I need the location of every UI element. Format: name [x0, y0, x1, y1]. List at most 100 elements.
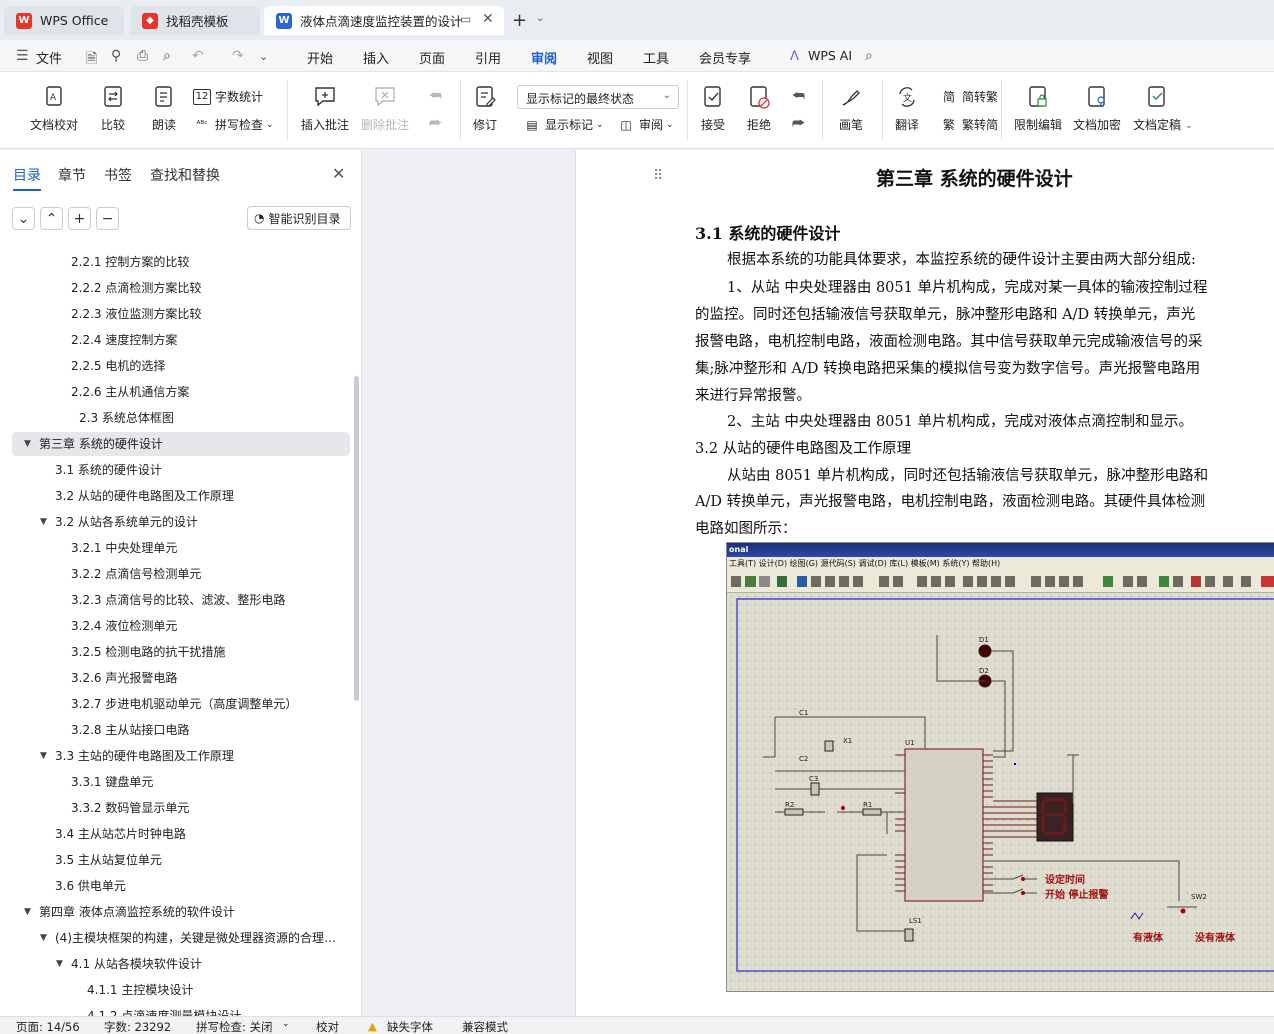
new-tab-icon[interactable]: +: [512, 10, 527, 31]
track-changes-button[interactable]: 修订: [472, 84, 498, 133]
status-page[interactable]: 页面: 14/56: [16, 1019, 80, 1034]
tab-template[interactable]: ◆ 找稻壳模板: [130, 6, 260, 35]
drag-handle-icon[interactable]: ⠿: [653, 168, 663, 184]
toc-item[interactable]: 3.3.1 键盘单元: [12, 770, 350, 794]
toc-item[interactable]: 3.6 供电单元: [12, 874, 350, 898]
doc-proof-button[interactable]: A 文档校对: [30, 84, 78, 133]
toc-item[interactable]: 2.2.1 控制方案的比较: [12, 250, 350, 274]
nav-tab-toc[interactable]: 目录: [13, 165, 41, 191]
expand-arrow-icon[interactable]: ▼: [56, 952, 63, 976]
toc-item[interactable]: 3.1 系统的硬件设计: [12, 458, 350, 482]
to-traditional-button[interactable]: 简 简转繁: [940, 88, 998, 105]
toc-item[interactable]: 3.2.4 液位检测单元: [12, 614, 350, 638]
read-aloud-button[interactable]: 朗读: [151, 84, 177, 133]
nav-tab-find-replace[interactable]: 查找和替换: [150, 165, 220, 185]
encrypt-button[interactable]: 文档加密: [1073, 84, 1121, 133]
toc-item[interactable]: 3.2.8 主从站接口电路: [12, 718, 350, 742]
toc-item[interactable]: 2.3 系统总体框图: [12, 406, 350, 430]
status-spell-check[interactable]: 拼写检查: 关闭: [196, 1019, 273, 1034]
finalize-button[interactable]: 文档定稿: [1133, 84, 1181, 133]
nav-tab-chapters[interactable]: 章节: [58, 165, 86, 185]
restrict-edit-button[interactable]: 限制编辑: [1014, 84, 1062, 133]
display-mode-select[interactable]: 显示标记的最终状态 ⌄: [517, 85, 679, 109]
toc-item[interactable]: 2.2.2 点滴检测方案比较: [12, 276, 350, 300]
expand-arrow-icon[interactable]: ▼: [24, 432, 31, 456]
undo-icon[interactable]: ↶: [192, 48, 204, 64]
menu-start[interactable]: 开始: [307, 48, 333, 67]
delete-comment-button[interactable]: 删除批注: [361, 84, 409, 133]
tab-document[interactable]: W 液体点滴速度监控装置的设计 ▭ ✕: [264, 6, 504, 35]
redo-icon[interactable]: ↷: [232, 48, 244, 64]
menu-page[interactable]: 页面: [419, 48, 445, 67]
toc-item[interactable]: ▼ 3.3 主站的硬件电路图及工作原理: [12, 744, 350, 768]
status-compat-mode[interactable]: 兼容模式: [462, 1019, 508, 1034]
print-icon[interactable]: ⎙: [137, 48, 148, 64]
toc-item[interactable]: 3.2 从站的硬件电路图及工作原理: [12, 484, 350, 508]
pen-button[interactable]: 画笔: [838, 84, 864, 133]
toc-item[interactable]: 3.4 主从站芯片时钟电路: [12, 822, 350, 846]
search-icon[interactable]: ⌕: [865, 48, 873, 64]
next-comment-icon[interactable]: ⮫: [429, 116, 442, 132]
menu-view[interactable]: 视图: [587, 48, 613, 67]
toc-item[interactable]: 2.2.5 电机的选择: [12, 354, 350, 378]
expand-up-button[interactable]: ⌃: [40, 207, 63, 230]
toc-item[interactable]: ▼ 3.2 从站各系统单元的设计: [12, 510, 350, 534]
circuit-figure[interactable]: onal 工具(T) 设计(D) 绘图(G) 源代码(S) 调试(D) 库(L)…: [726, 542, 1274, 992]
menu-reference[interactable]: 引用: [475, 48, 501, 67]
hamburger-icon[interactable]: ☰: [16, 48, 29, 64]
save-icon[interactable]: 🗎: [86, 48, 97, 72]
status-word-count[interactable]: 字数: 23292: [104, 1019, 171, 1034]
menu-tools[interactable]: 工具: [643, 48, 669, 67]
tab-wps-office[interactable]: W WPS Office: [4, 6, 124, 35]
toc-item[interactable]: 3.5 主从站复位单元: [12, 848, 350, 872]
expand-arrow-icon[interactable]: ▼: [40, 510, 47, 534]
close-icon[interactable]: ✕: [332, 164, 345, 183]
previous-comment-icon[interactable]: ⮪: [429, 88, 442, 104]
close-tab-icon[interactable]: ✕: [482, 11, 494, 27]
finalize-dropdown-icon[interactable]: ⌄: [1185, 121, 1193, 131]
menu-file[interactable]: 文件: [36, 48, 62, 67]
more-icon[interactable]: ⌄: [259, 50, 268, 63]
menu-member[interactable]: 会员专享: [699, 48, 751, 67]
compare-button[interactable]: 比较: [100, 84, 126, 133]
review-pane-button[interactable]: ◫ 审阅 ⌄: [617, 116, 673, 133]
menu-insert[interactable]: 插入: [363, 48, 389, 67]
menu-wps-ai[interactable]: WPS AI: [808, 48, 852, 63]
reject-button[interactable]: 拒绝: [746, 84, 772, 133]
expand-arrow-icon[interactable]: ▼: [40, 926, 47, 950]
toc-item[interactable]: 3.2.5 检测电路的抗干扰措施: [12, 640, 350, 664]
spell-check-button[interactable]: ᴬᴮᶜ 拼写检查 ⌄: [193, 116, 273, 133]
nav-tab-bookmarks[interactable]: 书签: [104, 165, 132, 185]
chevron-down-icon[interactable]: ⌄: [536, 13, 544, 24]
smart-toc-button[interactable]: ◔ 智能识别目录: [247, 206, 351, 230]
toc-item[interactable]: ▼ 4.1 从站各模块软件设计: [12, 952, 350, 976]
expand-arrow-icon[interactable]: ▼: [24, 900, 31, 924]
toc-item[interactable]: 4.1.2 点滴速度测量模块设计: [12, 1004, 350, 1016]
toc-scrollbar[interactable]: [354, 376, 359, 701]
share-icon[interactable]: ⚲: [111, 48, 121, 64]
show-markup-button[interactable]: ▤ 显示标记 ⌄: [523, 116, 603, 133]
insert-comment-button[interactable]: 插入批注: [301, 84, 349, 133]
status-proof[interactable]: 校对: [316, 1019, 339, 1034]
previous-change-icon[interactable]: ⮪: [792, 88, 805, 104]
chevron-down-icon[interactable]: ⌄: [282, 1019, 290, 1029]
toc-item[interactable]: ▼ 第四章 液体点滴监控系统的软件设计: [12, 900, 350, 924]
toc-item[interactable]: 3.2.6 声光报警电路: [12, 666, 350, 690]
toc-item[interactable]: 2.2.6 主从机通信方案: [12, 380, 350, 404]
next-change-icon[interactable]: ⮫: [792, 116, 805, 132]
translate-button[interactable]: 文 翻译: [894, 84, 920, 133]
menu-review[interactable]: 审阅: [531, 48, 557, 74]
status-missing-font[interactable]: 缺失字体: [387, 1019, 433, 1034]
toc-item[interactable]: 3.2.3 点滴信号的比较、滤波、整形电路: [12, 588, 350, 612]
toc-item[interactable]: ▼ (4)主模块框架的构建，关键是微处理器资源的合理分配: [12, 926, 350, 950]
toc-item[interactable]: 3.2.2 点滴信号检测单元: [12, 562, 350, 586]
to-simplified-button[interactable]: 繁 繁转简: [940, 116, 998, 133]
expand-arrow-icon[interactable]: ▼: [40, 744, 47, 768]
remove-heading-button[interactable]: −: [96, 207, 119, 230]
toc-item[interactable]: 2.2.3 液位监测方案比较: [12, 302, 350, 326]
wps-ai-icon[interactable]: ᐱ: [790, 49, 799, 64]
toc-item[interactable]: 3.2.1 中央处理单元: [12, 536, 350, 560]
word-count-button[interactable]: 12 字数统计: [193, 88, 263, 105]
toc-item[interactable]: 3.2.7 步进电机驱动单元（高度调整单元）: [12, 692, 350, 716]
toc-item[interactable]: ▼ 第三章 系统的硬件设计: [12, 432, 350, 456]
